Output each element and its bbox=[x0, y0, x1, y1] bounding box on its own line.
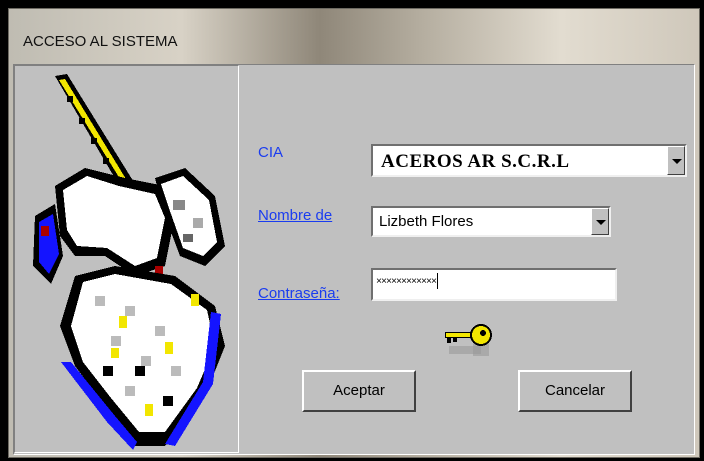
logo-panel bbox=[14, 65, 239, 453]
password-label: Contraseña: bbox=[258, 285, 340, 302]
login-window: ACCESO AL SISTEMA CIA ACEROS AR S.C.R.L … bbox=[8, 8, 700, 458]
cia-select-value: ACEROS AR S.C.R.L bbox=[381, 151, 570, 172]
chevron-down-icon[interactable] bbox=[591, 208, 609, 235]
cia-label: CIA bbox=[258, 144, 284, 161]
chevron-down-icon[interactable] bbox=[667, 146, 685, 175]
unicorn-logo-icon bbox=[33, 74, 225, 450]
user-select[interactable]: Lizbeth Flores bbox=[371, 206, 611, 237]
cancel-button[interactable]: Cancelar bbox=[518, 370, 632, 412]
window-title: ACCESO AL SISTEMA bbox=[23, 33, 178, 50]
cia-select[interactable]: ACEROS AR S.C.R.L bbox=[371, 144, 687, 177]
user-label: Nombre de bbox=[258, 207, 333, 224]
password-value: ×××××××××××× bbox=[376, 273, 439, 289]
dialog-body: CIA ACEROS AR S.C.R.L Nombre de Lizbeth … bbox=[13, 64, 695, 455]
accept-button[interactable]: Aceptar bbox=[302, 370, 416, 412]
user-select-value: Lizbeth Flores bbox=[379, 213, 474, 230]
password-input[interactable]: ×××××××××××× bbox=[371, 268, 617, 301]
title-bar[interactable]: ACCESO AL SISTEMA bbox=[9, 9, 699, 63]
key-icon bbox=[445, 324, 492, 356]
